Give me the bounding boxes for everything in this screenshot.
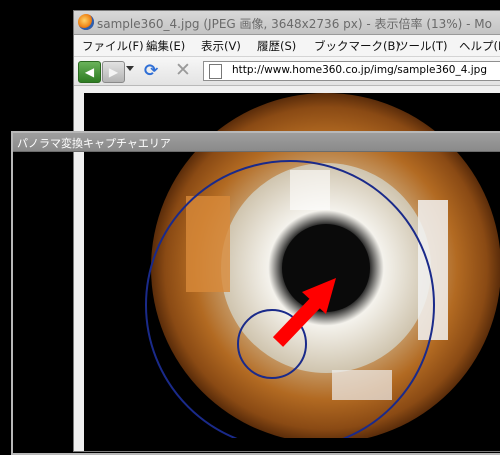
- overlay: [145, 160, 435, 438]
- capture-circle-large[interactable]: [145, 160, 435, 438]
- red-arrow-icon: [272, 278, 336, 347]
